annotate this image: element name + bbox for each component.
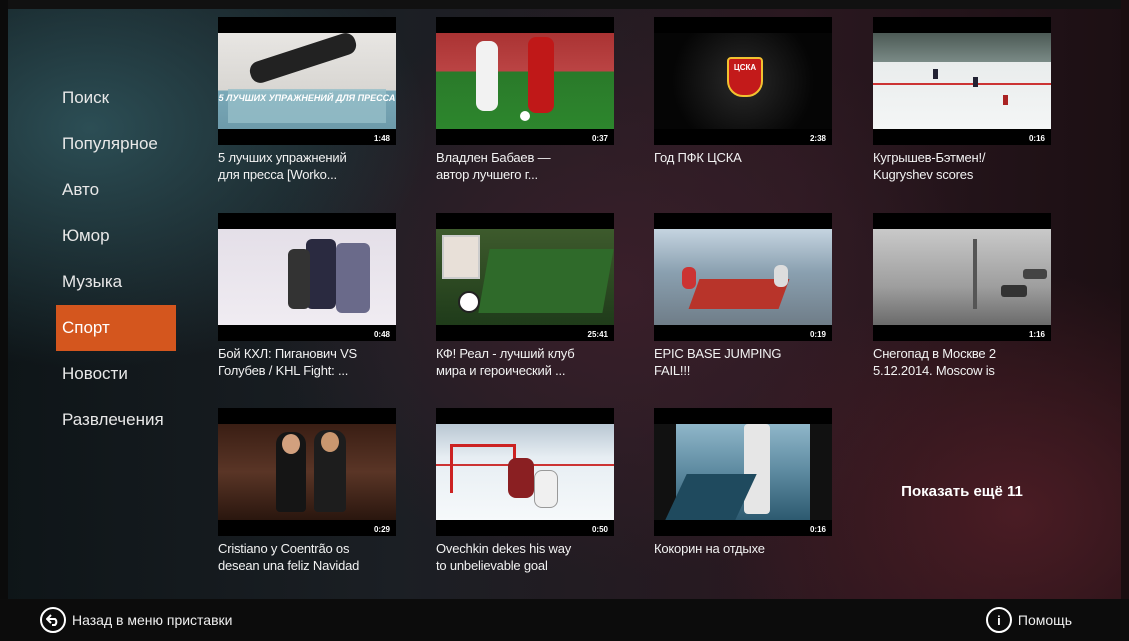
help-label: Помощь <box>1017 612 1072 628</box>
menu-item-music[interactable]: Музыка <box>56 259 176 305</box>
menu-item-popular[interactable]: Популярное <box>56 121 176 167</box>
thumbnail-image <box>654 229 832 325</box>
video-thumbnail[interactable]: 0:16 <box>654 408 832 536</box>
video-title[interactable]: Снегопад в Москве 2 5.12.2014. Moscow is <box>873 345 1051 379</box>
video-title[interactable]: КФ! Реал - лучший клуб мира и героический… <box>436 345 614 379</box>
menu-item-entertainment[interactable]: Развлечения <box>56 397 176 443</box>
video-card[interactable]: 0:16 Кокорин на отдыхе <box>654 408 832 557</box>
thumbnail-image: 5 ЛУЧШИХ УПРАЖНЕНИЙ ДЛЯ ПРЕССА <box>218 30 396 129</box>
video-card[interactable]: ЦСКА 2:38 Год ПФК ЦСКА <box>654 17 832 166</box>
video-thumbnail[interactable]: 25:41 <box>436 213 614 341</box>
footer-bar: Назад в меню приставки i Помощь <box>0 599 1129 641</box>
thumbnail-image <box>436 424 614 520</box>
video-card[interactable]: 0:37 Владлен Бабаев — автор лучшего г... <box>436 17 614 183</box>
back-to-menu-button[interactable]: Назад в меню приставки <box>40 607 232 633</box>
cska-logo-text: ЦСКА <box>733 63 757 72</box>
video-duration: 0:19 <box>809 330 826 339</box>
right-frame <box>1121 0 1129 641</box>
category-menu: Поиск Популярное Авто Юмор Музыка Спорт … <box>56 75 176 443</box>
video-title[interactable]: 5 лучших упражнений для пресса [Worko... <box>218 149 396 183</box>
video-title[interactable]: Владлен Бабаев — автор лучшего г... <box>436 149 614 183</box>
top-frame <box>0 0 1129 9</box>
thumbnail-image <box>218 229 396 325</box>
video-duration: 1:16 <box>1028 330 1045 339</box>
video-title[interactable]: Бой КХЛ: Пиганович VS Голубев / KHL Fight… <box>218 345 396 379</box>
video-title[interactable]: Кокорин на отдыхе <box>654 540 832 557</box>
menu-item-sport[interactable]: Спорт <box>56 305 176 351</box>
video-card[interactable]: 25:41 КФ! Реал - лучший клуб мира и герои… <box>436 213 614 379</box>
video-thumbnail[interactable]: 0:37 <box>436 17 614 145</box>
video-duration: 0:37 <box>591 134 608 143</box>
video-thumbnail[interactable]: 1:16 <box>873 213 1051 341</box>
video-duration: 0:16 <box>809 525 826 534</box>
thumbnail-image <box>436 229 614 325</box>
thumbnail-image <box>436 33 614 129</box>
info-icon: i <box>985 607 1012 633</box>
video-duration: 0:29 <box>373 525 390 534</box>
video-title[interactable]: EPIC BASE JUMPING FAIL!!! <box>654 345 832 379</box>
thumbnail-overlay-text: 5 ЛУЧШИХ УПРАЖНЕНИЙ ДЛЯ ПРЕССА <box>218 93 396 103</box>
thumbnail-image: ЦСКА <box>654 33 832 129</box>
video-thumbnail[interactable]: 0:48 <box>218 213 396 341</box>
left-frame <box>0 0 8 641</box>
video-duration: 0:48 <box>373 330 390 339</box>
video-duration: 1:48 <box>373 134 390 143</box>
video-title[interactable]: Кугрышев-Бэтмен!/Kugryshev scores <box>873 149 1051 183</box>
menu-item-auto[interactable]: Авто <box>56 167 176 213</box>
menu-item-search[interactable]: Поиск <box>56 75 176 121</box>
menu-item-news[interactable]: Новости <box>56 351 176 397</box>
video-duration: 0:50 <box>591 525 608 534</box>
show-more-button[interactable]: Показать ещё 11 <box>873 483 1051 500</box>
thumbnail-image <box>873 33 1051 129</box>
video-card[interactable]: 0:29 Cristiano y Coentrão os desean una f… <box>218 408 396 574</box>
video-thumbnail[interactable]: 0:29 <box>218 408 396 536</box>
menu-item-humor[interactable]: Юмор <box>56 213 176 259</box>
video-card[interactable]: 0:50 Ovechkin dekes his way to unbelievab… <box>436 408 614 574</box>
video-duration: 25:41 <box>587 330 608 339</box>
help-button[interactable]: i Помощь <box>985 607 1072 633</box>
video-card[interactable]: 1:16 Снегопад в Москве 2 5.12.2014. Mosco… <box>873 213 1051 379</box>
video-thumbnail[interactable]: 0:19 <box>654 213 832 341</box>
video-duration: 2:38 <box>809 134 826 143</box>
back-label: Назад в меню приставки <box>72 612 233 628</box>
video-title[interactable]: Год ПФК ЦСКА <box>654 149 832 166</box>
video-card[interactable]: 5 ЛУЧШИХ УПРАЖНЕНИЙ ДЛЯ ПРЕССА 1:48 5 лу… <box>218 17 396 183</box>
thumbnail-image <box>873 229 1051 325</box>
video-thumbnail[interactable]: 0:16 <box>873 17 1051 145</box>
video-card[interactable]: 0:48 Бой КХЛ: Пиганович VS Голубев / KHL … <box>218 213 396 379</box>
video-card[interactable]: 0:16 Кугрышев-Бэтмен!/Kugryshev scores <box>873 17 1051 183</box>
video-card[interactable]: 0:19 EPIC BASE JUMPING FAIL!!! <box>654 213 832 379</box>
video-thumbnail[interactable]: 0:50 <box>436 408 614 536</box>
video-thumbnail[interactable]: 5 ЛУЧШИХ УПРАЖНЕНИЙ ДЛЯ ПРЕССА 1:48 <box>218 17 396 145</box>
video-thumbnail[interactable]: ЦСКА 2:38 <box>654 17 832 145</box>
back-arrow-icon <box>40 607 66 633</box>
video-title[interactable]: Ovechkin dekes his way to unbelievable go… <box>436 540 614 574</box>
video-duration: 0:16 <box>1028 134 1045 143</box>
video-title[interactable]: Cristiano y Coentrão os desean una feliz … <box>218 540 396 574</box>
thumbnail-image <box>654 424 832 520</box>
thumbnail-image <box>218 424 396 520</box>
